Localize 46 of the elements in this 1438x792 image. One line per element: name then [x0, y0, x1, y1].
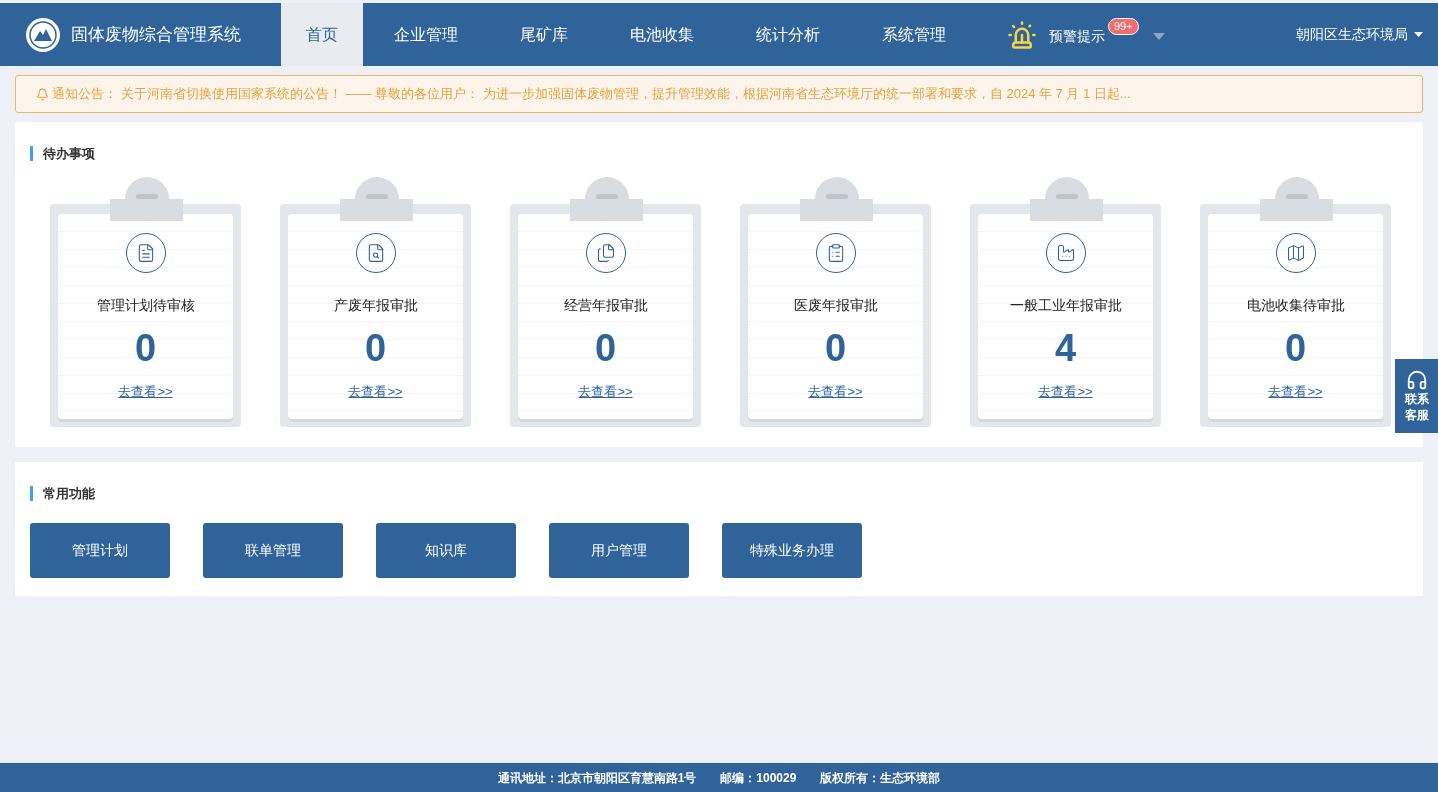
- nav-tab[interactable]: 企业管理: [369, 3, 483, 66]
- view-link[interactable]: 去查看>>: [1038, 382, 1093, 402]
- user-menu[interactable]: 朝阳区生态环境局: [1296, 24, 1408, 45]
- view-link[interactable]: 去查看>>: [808, 382, 863, 402]
- view-link[interactable]: 去查看>>: [578, 382, 633, 402]
- card-label: 管理计划待审核: [96, 296, 195, 315]
- function-button[interactable]: 用户管理: [549, 523, 689, 578]
- bell-icon: [36, 87, 49, 101]
- view-link[interactable]: 去查看>>: [348, 382, 403, 402]
- function-button[interactable]: 特殊业务办理: [722, 523, 862, 578]
- footer-postcode: 邮编：100029: [720, 769, 797, 787]
- contact-service-button[interactable]: 联系客服: [1395, 359, 1438, 433]
- card-label: 一般工业年报审批: [1009, 296, 1122, 315]
- caret-icon[interactable]: [1152, 33, 1165, 40]
- function-button[interactable]: 联单管理: [203, 523, 343, 578]
- section-title: 待办事项: [30, 146, 95, 161]
- card-label: 产废年报审批: [333, 296, 418, 315]
- nav-tab[interactable]: 尾矿库: [495, 3, 593, 66]
- alert-button[interactable]: 预警提示: [1049, 26, 1105, 47]
- emblem-logo-icon: [25, 16, 61, 53]
- nav-tab[interactable]: 电池收集: [605, 3, 719, 66]
- card-count: 4: [1054, 326, 1077, 370]
- card-count: 0: [824, 326, 847, 370]
- nav-tab[interactable]: 首页: [281, 3, 363, 66]
- card-label: 电池收集待审批: [1246, 296, 1345, 315]
- nav-tab[interactable]: 系统管理: [857, 3, 971, 66]
- card-label: 医废年报审批: [793, 296, 878, 315]
- function-button[interactable]: 管理计划: [30, 523, 170, 578]
- footer-address: 通讯地址：北京市朝阳区育慧南路1号: [497, 769, 697, 787]
- notice-label: 通知公告：: [52, 85, 117, 104]
- card-count: 0: [364, 326, 387, 370]
- nav-tab[interactable]: 统计分析: [731, 3, 845, 66]
- card-count: 0: [134, 326, 157, 370]
- count-badge: 99+: [1108, 18, 1139, 35]
- card-count: 0: [1284, 326, 1307, 370]
- view-link[interactable]: 去查看>>: [1268, 382, 1323, 402]
- footer-copyright: 版权所有：生态环境部: [820, 769, 941, 787]
- function-button[interactable]: 知识库: [376, 523, 516, 578]
- card-count: 0: [594, 326, 617, 370]
- section-title: 常用功能: [30, 486, 95, 501]
- alarm-light-icon: [1007, 19, 1037, 50]
- headset-icon: [1405, 369, 1428, 391]
- view-link[interactable]: 去查看>>: [118, 382, 173, 402]
- card-label: 经营年报审批: [563, 296, 648, 315]
- caret-icon[interactable]: [1414, 32, 1423, 37]
- system-title: 固体废物综合管理系统: [71, 23, 241, 46]
